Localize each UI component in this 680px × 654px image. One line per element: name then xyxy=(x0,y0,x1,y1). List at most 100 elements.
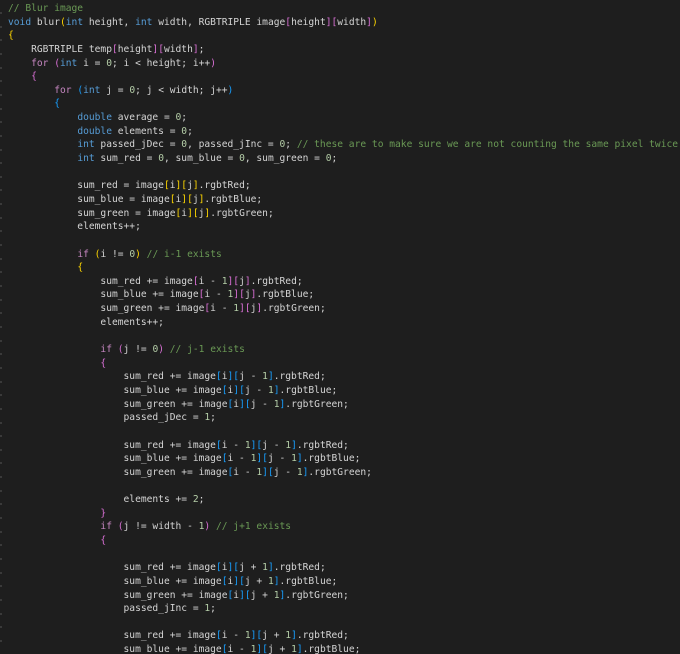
code-line[interactable] xyxy=(8,479,678,493)
code-token: width, RGBTRIPLE image xyxy=(152,16,286,28)
code-line[interactable]: double average = 0; xyxy=(8,111,678,125)
code-line[interactable]: { xyxy=(8,357,678,371)
code-line[interactable]: elements++; xyxy=(8,220,678,234)
code-line[interactable]: double elements = 0; xyxy=(8,125,678,139)
code-line[interactable]: sum_blue = image[i][j].rgbtBlue; xyxy=(8,193,678,207)
code-token: .rgbtGreen; xyxy=(285,398,349,410)
gutter-mark xyxy=(0,189,2,192)
code-line[interactable]: RGBTRIPLE temp[height][width]; xyxy=(8,43,678,57)
gutter-mark xyxy=(0,626,2,629)
code-line[interactable]: { xyxy=(8,29,678,43)
code-token: // these are to make sure we are not cou… xyxy=(296,139,679,151)
gutter-mark xyxy=(0,325,2,328)
code-line[interactable]: int passed_jDec = 0, passed_jInc = 0; //… xyxy=(8,138,678,152)
code-line[interactable]: sum_green = image[i][j].rgbtGreen; xyxy=(8,207,678,221)
code-line[interactable]: { xyxy=(8,261,678,275)
code-token: ; xyxy=(210,603,216,615)
code-token: elements++; xyxy=(8,316,164,328)
code-token: j - xyxy=(244,384,268,396)
code-token: sum_red = image xyxy=(8,180,164,192)
code-token: i - xyxy=(204,289,228,301)
code-token: int xyxy=(83,84,101,96)
code-token: .rgbtGreen; xyxy=(308,466,372,478)
code-token: sum_green += image xyxy=(8,398,228,410)
code-token: sum_green += image xyxy=(8,303,205,315)
code-line[interactable]: for (int i = 0; i < height; i++) xyxy=(8,57,678,71)
gutter-mark xyxy=(0,66,2,69)
gutter-mark xyxy=(0,476,2,479)
code-line[interactable] xyxy=(8,234,678,248)
code-line[interactable]: int sum_red = 0, sum_blue = 0, sum_green… xyxy=(8,152,678,166)
code-line[interactable] xyxy=(8,166,678,180)
code-token: i - xyxy=(221,439,245,451)
code-token: .rgbtBlue; xyxy=(204,193,263,205)
code-line[interactable]: } xyxy=(8,507,678,521)
code-line[interactable]: sum_blue += image[i][j + 1].rgbtBlue; xyxy=(8,575,678,589)
code-token: int xyxy=(60,57,78,69)
gutter-mark xyxy=(0,162,2,165)
code-editor[interactable]: // Blur image void blur(int height, int w… xyxy=(0,0,680,654)
code-token: .rgbtBlue; xyxy=(279,575,338,587)
gutter-mark xyxy=(0,25,2,28)
code-token: .rgbtBlue; xyxy=(302,644,361,654)
code-line[interactable]: sum_green += image[i][j + 1].rgbtGreen; xyxy=(8,589,678,603)
code-area[interactable]: // Blur image void blur(int height, int w… xyxy=(8,2,678,654)
code-token: j - xyxy=(250,398,274,410)
code-line[interactable]: sum_red += image[i - 1][j].rgbtRed; xyxy=(8,275,678,289)
code-line[interactable]: if (i != 0) // i-1 exists xyxy=(8,248,678,262)
code-token: if xyxy=(100,344,112,356)
code-line[interactable]: // Blur image xyxy=(8,2,678,16)
code-token: ; i < height; i++ xyxy=(112,57,211,69)
code-token: int xyxy=(135,16,153,28)
code-line[interactable]: sum_green += image[i - 1][j].rgbtGreen; xyxy=(8,302,678,316)
code-line[interactable]: sum_green += image[i][j - 1].rgbtGreen; xyxy=(8,398,678,412)
code-token: .rgbtRed; xyxy=(296,439,349,451)
code-line[interactable]: for (int j = 0; j < width; j++) xyxy=(8,84,678,98)
code-token: // j+1 exists xyxy=(215,521,292,533)
code-line[interactable]: sum_blue += image[i - 1][j].rgbtBlue; xyxy=(8,288,678,302)
code-line[interactable] xyxy=(8,616,678,630)
gutter-mark xyxy=(0,12,2,14)
gutter-mark xyxy=(0,639,2,642)
code-line[interactable]: { xyxy=(8,70,678,84)
code-line[interactable]: sum_blue += image[i][j - 1].rgbtBlue; xyxy=(8,384,678,398)
code-line[interactable]: if (j != 0) // j-1 exists xyxy=(8,343,678,357)
code-token: ; xyxy=(285,139,297,151)
code-line[interactable]: sum_red = image[i][j].rgbtRed; xyxy=(8,179,678,193)
code-token: for xyxy=(54,84,72,96)
code-line[interactable]: { xyxy=(8,534,678,548)
code-line[interactable]: sum_red += image[i - 1][j + 1].rgbtRed; xyxy=(8,629,678,643)
code-line[interactable]: sum_red += image[i - 1][j - 1].rgbtRed; xyxy=(8,439,678,453)
code-line[interactable]: if (j != width - 1) // j+1 exists xyxy=(8,520,678,534)
code-line[interactable]: sum_blue += image[i - 1][j + 1].rgbtBlue… xyxy=(8,643,678,654)
code-line[interactable]: { xyxy=(8,97,678,111)
gutter-mark xyxy=(0,407,2,410)
code-line[interactable]: sum_blue += image[i - 1][j - 1].rgbtBlue… xyxy=(8,452,678,466)
gutter-mark xyxy=(0,366,2,369)
code-line[interactable]: sum_red += image[i][j + 1].rgbtRed; xyxy=(8,561,678,575)
gutter-mark xyxy=(0,134,2,137)
code-line[interactable]: passed_jInc = 1; xyxy=(8,602,678,616)
code-line[interactable]: sum_red += image[i][j - 1].rgbtRed; xyxy=(8,370,678,384)
code-token: { xyxy=(100,357,107,369)
code-line[interactable]: elements += 2; xyxy=(8,493,678,507)
code-token: .rgbtBlue; xyxy=(256,289,315,301)
code-line[interactable]: sum_green += image[i - 1][j - 1].rgbtGre… xyxy=(8,466,678,480)
code-line[interactable]: void blur(int height, int width, RGBTRIP… xyxy=(8,16,678,30)
code-token: .rgbtGreen; xyxy=(262,303,326,315)
code-token: .rgbtGreen; xyxy=(210,207,274,219)
code-line[interactable] xyxy=(8,548,678,562)
code-token: .rgbtRed; xyxy=(273,371,326,383)
gutter-mark xyxy=(0,107,2,110)
code-token: .rgbtBlue; xyxy=(302,453,361,465)
code-line[interactable]: passed_jDec = 1; xyxy=(8,411,678,425)
code-token: i - xyxy=(233,466,257,478)
code-token: j != xyxy=(123,344,153,356)
code-line[interactable] xyxy=(8,425,678,439)
code-line[interactable] xyxy=(8,329,678,343)
code-line[interactable]: elements++; xyxy=(8,316,678,330)
gutter-mark xyxy=(0,517,2,520)
